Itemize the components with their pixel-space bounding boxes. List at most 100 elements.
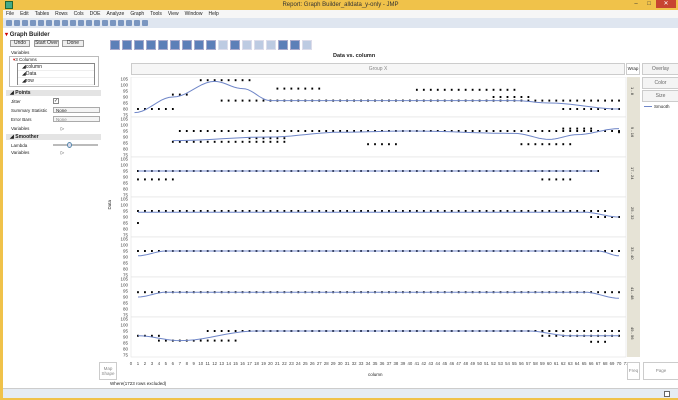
data-point	[611, 330, 613, 332]
data-point	[290, 87, 293, 90]
overlay-dropzone[interactable]: Overlay	[642, 63, 678, 75]
menu-graph[interactable]: Graph	[130, 10, 144, 18]
hand-tool-icon[interactable]	[102, 20, 108, 26]
column-item[interactable]: ◢row	[18, 78, 94, 85]
ellipse-element-icon[interactable]	[146, 40, 156, 50]
caption-element-icon[interactable]	[278, 40, 288, 50]
status-bar	[3, 388, 678, 398]
color-dropzone[interactable]: Color	[642, 77, 678, 89]
plot-area[interactable]: 7580859095100105758085909510010575808590…	[98, 77, 628, 382]
x-axis-label[interactable]: column	[368, 372, 383, 377]
shape-icon[interactable]	[142, 20, 148, 26]
new-icon[interactable]	[6, 20, 12, 26]
menu-cols[interactable]: Cols	[74, 10, 84, 18]
data-point	[590, 130, 593, 132]
points-section[interactable]: ◢ Points	[6, 90, 101, 96]
smoother-section[interactable]: ◢ Smoother	[6, 134, 101, 140]
lambda-slider-handle[interactable]	[67, 142, 72, 148]
copy-icon[interactable]	[46, 20, 52, 26]
open-icon[interactable]	[14, 20, 20, 26]
data-point	[520, 130, 523, 132]
brush-icon[interactable]	[134, 20, 140, 26]
smoother-variables-row[interactable]: Variables ▷	[11, 150, 64, 156]
histogram-element-icon[interactable]	[218, 40, 228, 50]
y-tick-label: 95	[123, 289, 129, 294]
bar-element-icon[interactable]	[182, 40, 192, 50]
formula-element-icon[interactable]	[290, 40, 300, 50]
save-icon[interactable]	[30, 20, 36, 26]
wrap-dropzone[interactable]: Wrap	[626, 63, 640, 75]
arrow-tool-icon[interactable]	[86, 20, 92, 26]
menu-rows[interactable]: Rows	[55, 10, 68, 18]
menu-tools[interactable]: Tools	[150, 10, 162, 18]
data-point	[499, 96, 502, 98]
graph-builder-header[interactable]: ▾ Graph Builder	[5, 31, 50, 38]
paste-icon[interactable]	[54, 20, 60, 26]
x-tick-label: 17	[247, 361, 252, 366]
maximize-button[interactable]: □	[643, 0, 655, 8]
x-tick-label: 19	[261, 361, 266, 366]
x-tick-label: 48	[463, 361, 468, 366]
y-tick-label: 90	[123, 295, 129, 300]
lasso-icon[interactable]	[126, 20, 132, 26]
points-jitter-element-icon[interactable]	[122, 40, 132, 50]
pie-element-icon[interactable]	[242, 40, 252, 50]
map-shapes-element-icon[interactable]	[302, 40, 312, 50]
mosaic-element-icon[interactable]	[266, 40, 276, 50]
jitter-checkbox[interactable]: ✓	[53, 98, 59, 104]
start-over-button[interactable]: Start Over	[34, 40, 59, 47]
size-dropzone[interactable]: Size	[642, 90, 678, 102]
menu-tables[interactable]: Tables	[35, 10, 49, 18]
area-element-icon[interactable]	[194, 40, 204, 50]
menu-doe[interactable]: DOE	[90, 10, 101, 18]
layout-icon[interactable]	[78, 20, 84, 26]
zoom-tool-icon[interactable]	[110, 20, 116, 26]
data-point	[590, 210, 593, 212]
cut-icon[interactable]	[38, 20, 44, 26]
column-item[interactable]: ◢column	[18, 64, 94, 71]
freq-dropzone[interactable]: Freq	[627, 362, 640, 380]
undo-button[interactable]: Undo	[10, 40, 30, 47]
menu-file[interactable]: File	[6, 10, 14, 18]
data-point	[555, 143, 558, 146]
lambda-slider[interactable]	[53, 142, 98, 148]
treemap-element-icon[interactable]	[254, 40, 264, 50]
panel-frame	[130, 276, 627, 318]
report-icon[interactable]	[62, 20, 68, 26]
graph-builder-title: Graph Builder	[9, 32, 50, 38]
data-point	[422, 88, 425, 91]
map-shape-dropzone[interactable]: Map Shape	[99, 362, 117, 380]
column-list: ◢column ◢Data ◢row	[17, 63, 95, 85]
error-bars-select[interactable]: None	[53, 116, 100, 122]
done-button[interactable]: Done	[62, 40, 84, 47]
page-dropzone[interactable]: Page	[643, 362, 678, 380]
menu-help[interactable]: Help	[208, 10, 218, 18]
menu-view[interactable]: View	[168, 10, 179, 18]
variables-row[interactable]: Variables ▷	[11, 126, 64, 132]
toolbar	[3, 18, 678, 28]
menu-edit[interactable]: Edit	[20, 10, 29, 18]
box-plot-element-icon[interactable]	[206, 40, 216, 50]
help-tool-icon[interactable]	[94, 20, 100, 26]
close-button[interactable]: ✕	[656, 0, 676, 8]
data-point	[513, 96, 516, 98]
contour-element-icon[interactable]	[158, 40, 168, 50]
line-element-icon[interactable]	[170, 40, 180, 50]
menu-window[interactable]: Window	[185, 10, 203, 18]
x-tick-label: 35	[373, 361, 378, 366]
summary-statistic-select[interactable]: None	[53, 107, 100, 113]
points-element-icon[interactable]	[110, 40, 120, 50]
data-point	[318, 130, 321, 132]
journal-icon[interactable]	[70, 20, 76, 26]
status-checkbox-icon[interactable]	[664, 391, 670, 397]
folder-icon[interactable]	[22, 20, 28, 26]
crosshair-icon[interactable]	[118, 20, 124, 26]
minimize-button[interactable]: –	[630, 0, 642, 8]
smoother-element-icon[interactable]	[134, 40, 144, 50]
data-point	[562, 178, 565, 181]
y-tick-label: 105	[120, 117, 128, 122]
group-x-dropzone[interactable]: Group X	[131, 63, 625, 75]
menu-analyze[interactable]: Analyze	[107, 10, 125, 18]
heatmap-element-icon[interactable]	[230, 40, 240, 50]
column-item[interactable]: ◢Data	[18, 71, 94, 78]
